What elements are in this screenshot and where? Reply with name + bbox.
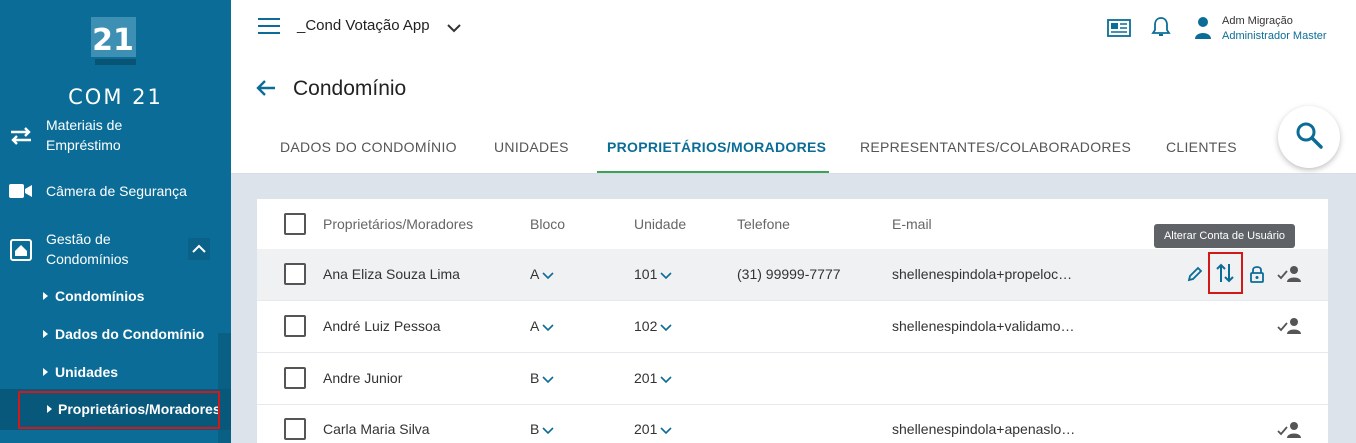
bloco-value: B	[530, 421, 540, 437]
sidebar-subitem-dados[interactable]: Dados do Condomínio	[0, 324, 231, 344]
sidebar-item-camera[interactable]: Câmera de Segurança	[0, 180, 231, 202]
row-name: André Luiz Pessoa	[323, 318, 441, 334]
user-icon[interactable]	[1194, 16, 1212, 45]
tab-dados[interactable]: DADOS DO CONDOMÍNIO	[280, 139, 457, 155]
chevron-down-icon[interactable]	[447, 20, 461, 38]
search-button[interactable]	[1278, 106, 1340, 168]
header-email[interactable]: E-mail	[892, 216, 932, 232]
unidade-select[interactable]: 102	[634, 318, 672, 335]
tab-unidades[interactable]: UNIDADES	[494, 139, 569, 155]
tabs: DADOS DO CONDOMÍNIO UNIDADES PROPRIETÁRI…	[231, 120, 1356, 174]
chevron-down-icon	[542, 267, 554, 283]
news-icon[interactable]	[1107, 18, 1131, 43]
chevron-down-icon	[660, 267, 672, 283]
unidade-value: 201	[634, 421, 658, 437]
bloco-select[interactable]: A	[530, 318, 554, 335]
row-email: shellenespindola+propeloc…	[892, 266, 1073, 282]
lock-icon[interactable]	[1246, 263, 1268, 285]
chevron-up-icon[interactable]	[188, 238, 210, 265]
tab-clientes[interactable]: CLIENTES	[1166, 139, 1237, 155]
logo-number: 21	[92, 23, 134, 58]
search-icon	[1295, 121, 1323, 154]
bloco-value: A	[530, 318, 540, 334]
row-name: Andre Junior	[323, 370, 403, 386]
row-name: Ana Eliza Souza Lima	[323, 266, 460, 282]
sidebar-subitem-unidades[interactable]: Unidades	[0, 362, 231, 382]
app-name[interactable]: _Cond Votação App	[297, 17, 430, 34]
user-check-icon[interactable]	[1277, 263, 1303, 285]
sidebar-item-label: Dados do Condomínio	[55, 326, 205, 342]
table-row[interactable]: André Luiz Pessoa A 102 shellenespindola…	[257, 301, 1328, 353]
chevron-down-icon	[660, 422, 672, 438]
user-check-icon[interactable]	[1277, 419, 1303, 441]
sidebar-item-label: Unidades	[55, 364, 119, 380]
table-row[interactable]: Carla Maria Silva B 201 shellenespindola…	[257, 405, 1328, 443]
header-name[interactable]: Proprietários/Moradores	[323, 216, 473, 232]
sidebar-item-label: Condomínios	[55, 288, 145, 304]
sidebar-item-label: Materiais de Empréstimo	[46, 117, 123, 153]
back-arrow-icon[interactable]	[256, 79, 276, 102]
header-bloco[interactable]: Bloco	[530, 216, 565, 232]
highlight-box	[1208, 252, 1243, 294]
row-telefone: (31) 99999-7777	[737, 266, 841, 282]
caret-right-icon	[43, 330, 48, 338]
tooltip: Alterar Conta de Usuário	[1154, 224, 1295, 248]
sidebar-item-label: Gestão de Condomínios	[46, 231, 129, 267]
bloco-value: B	[530, 370, 540, 386]
chevron-down-icon	[542, 371, 554, 387]
sidebar-item-label: Câmera de Segurança	[46, 183, 187, 199]
topbar: _Cond Votação App Adm Migração Administr…	[231, 0, 1356, 56]
unidade-select[interactable]: 101	[634, 266, 672, 283]
user-role: Administrador Master	[1222, 30, 1327, 42]
row-email: shellenespindola+apenaslo…	[892, 421, 1076, 437]
logo: 21	[87, 13, 140, 69]
header-unidade[interactable]: Unidade	[634, 216, 686, 232]
chevron-down-icon	[660, 319, 672, 335]
chevron-down-icon	[542, 422, 554, 438]
sidebar-item-materiais[interactable]: Materiais de Empréstimo	[0, 115, 231, 157]
videocam-icon	[8, 180, 34, 202]
tab-representantes[interactable]: REPRESENTANTES/COLABORADORES	[860, 139, 1131, 155]
header-telefone[interactable]: Telefone	[737, 216, 790, 232]
chevron-down-icon	[660, 371, 672, 387]
row-checkbox[interactable]	[284, 367, 306, 389]
highlight-box	[18, 391, 220, 429]
caret-right-icon	[43, 292, 48, 300]
menu-icon[interactable]	[258, 18, 280, 34]
swap-arrows-icon	[8, 125, 34, 147]
row-email: shellenespindola+validamo…	[892, 318, 1075, 334]
bloco-select[interactable]: B	[530, 370, 554, 387]
user-check-icon[interactable]	[1277, 315, 1303, 337]
bloco-select[interactable]: B	[530, 421, 554, 438]
logo-text: COM 21	[68, 85, 163, 109]
sidebar: 21 COM 21 Materiais de Empréstimo Câmera…	[0, 0, 231, 443]
table-row[interactable]: Ana Eliza Souza Lima A 101 (31) 99999-77…	[257, 249, 1328, 301]
bell-icon[interactable]	[1151, 16, 1171, 43]
user-name: Adm Migração	[1222, 15, 1293, 27]
tab-proprietarios[interactable]: PROPRIETÁRIOS/MORADORES	[607, 139, 826, 155]
sidebar-subitem-condominios[interactable]: Condomínios	[0, 286, 231, 306]
row-checkbox[interactable]	[284, 315, 306, 337]
unidade-value: 201	[634, 370, 658, 386]
unidade-select[interactable]: 201	[634, 370, 672, 387]
bloco-value: A	[530, 266, 540, 282]
bloco-select[interactable]: A	[530, 266, 554, 283]
caret-right-icon	[43, 368, 48, 376]
select-all-checkbox[interactable]	[284, 213, 306, 235]
edit-icon[interactable]	[1184, 263, 1206, 285]
building-icon	[8, 239, 34, 261]
chevron-down-icon	[542, 319, 554, 335]
unidade-select[interactable]: 201	[634, 421, 672, 438]
unidade-value: 102	[634, 318, 658, 334]
table-row[interactable]: Andre Junior B 201	[257, 353, 1328, 405]
row-checkbox[interactable]	[284, 263, 306, 285]
sidebar-item-gestao[interactable]: Gestão de Condomínios	[0, 229, 231, 271]
unidade-value: 101	[634, 266, 658, 282]
row-checkbox[interactable]	[284, 418, 306, 440]
row-name: Carla Maria Silva	[323, 421, 430, 437]
page-title: Condomínio	[293, 77, 407, 100]
